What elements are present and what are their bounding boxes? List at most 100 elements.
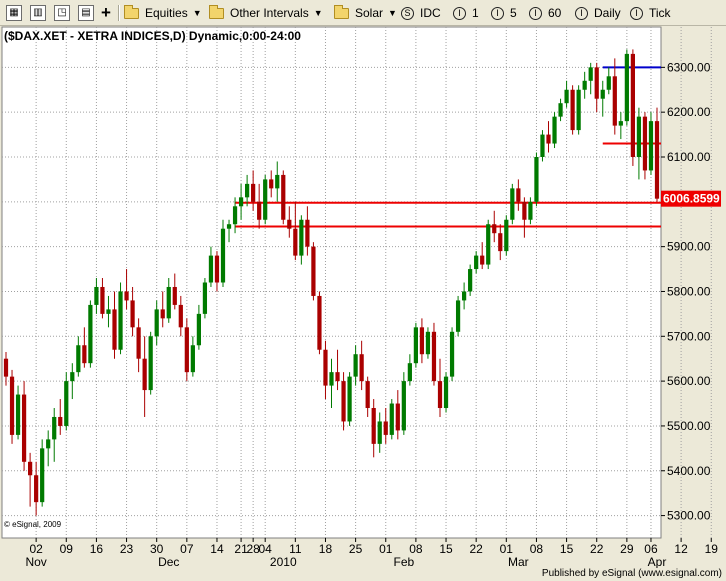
candle-body <box>437 381 443 409</box>
interval-60-label: 60 <box>548 6 562 20</box>
x-tick-label: 22 <box>469 542 483 556</box>
x-month-label: Feb <box>393 555 414 568</box>
add-icon[interactable]: + <box>101 3 111 23</box>
candle-body <box>455 300 461 332</box>
candle-body <box>618 121 623 126</box>
candle-body <box>323 349 328 386</box>
window-icon[interactable]: ◳ <box>54 3 70 23</box>
idc-label: IDC <box>420 6 441 20</box>
x-tick-label: 15 <box>560 542 574 556</box>
folder-icon <box>334 4 349 19</box>
y-tick-label: 6300.00 <box>667 60 711 74</box>
candle-body <box>178 304 183 328</box>
interval-icon: I <box>630 6 643 20</box>
candle-body <box>226 224 232 229</box>
chevron-down-icon: ▼ <box>192 8 202 18</box>
candle-body <box>534 156 539 202</box>
x-month-label: 2010 <box>270 555 297 568</box>
folder-icon <box>209 4 224 19</box>
candle-body <box>58 416 63 426</box>
x-month-label: Mar <box>508 555 529 568</box>
x-tick-label: 08 <box>409 542 423 556</box>
idc-button[interactable]: S IDC <box>401 3 441 23</box>
candle-body <box>82 345 87 364</box>
x-tick-label: 15 <box>439 542 453 556</box>
candle-body <box>480 255 485 265</box>
y-tick-label: 5300.00 <box>667 509 711 523</box>
candle-body <box>46 439 51 449</box>
candle-body <box>522 201 527 220</box>
equities-dropdown[interactable]: Equities ▼ <box>124 3 202 23</box>
candle-body <box>624 53 629 122</box>
candle-body <box>425 331 431 355</box>
candle-body <box>636 116 642 157</box>
x-tick-label: 19 <box>705 542 719 556</box>
properties-icon[interactable]: ▤ <box>78 3 94 23</box>
candle-body <box>341 381 346 422</box>
bar-chart-icon[interactable]: ▥ <box>30 3 46 23</box>
x-tick-label: 02 <box>29 542 43 556</box>
x-tick-label: 30 <box>150 542 164 556</box>
chevron-down-icon: ▼ <box>388 8 397 18</box>
interval-icon: I <box>529 6 542 20</box>
candle-body <box>130 300 135 328</box>
x-tick-label: 29 <box>620 542 634 556</box>
chart-title: ($DAX.XET - XETRA INDICES,D) Dynamic,0:0… <box>4 29 301 43</box>
chart-icon[interactable]: ▦ <box>6 3 22 23</box>
candle-body <box>474 255 479 270</box>
interval-5-button[interactable]: I 5 <box>491 3 517 23</box>
candle-body <box>510 188 515 220</box>
candle-body <box>365 381 370 409</box>
candle-body <box>118 291 123 350</box>
interval-daily-button[interactable]: I Daily <box>575 3 621 23</box>
x-tick-label: 01 <box>379 542 393 556</box>
candle-body <box>431 331 437 382</box>
candle-body <box>263 179 268 220</box>
interval-1-label: 1 <box>472 6 479 20</box>
candle-body <box>564 89 569 104</box>
intervals-dropdown[interactable]: Other Intervals ▼ <box>209 3 323 23</box>
candle-body <box>220 228 226 283</box>
interval-60-button[interactable]: I 60 <box>529 3 561 23</box>
y-tick-label: 6100.00 <box>667 150 711 164</box>
candle-body <box>317 295 322 350</box>
candle-body <box>443 376 449 409</box>
symbol-s-icon: S <box>401 6 414 20</box>
candle-body <box>154 309 159 337</box>
y-tick-label: 5500.00 <box>667 419 711 433</box>
x-tick-label: 11 <box>289 542 302 556</box>
candle-body <box>70 372 75 382</box>
interval-icon: I <box>491 6 504 20</box>
published-by: Published by eSignal (www.esignal.com) <box>541 568 722 579</box>
candle-body <box>498 233 503 252</box>
candle-body <box>383 421 388 435</box>
candle-body <box>28 461 33 476</box>
interval-tick-button[interactable]: I Tick <box>630 3 671 23</box>
x-tick-label: 25 <box>349 542 363 556</box>
candle-body <box>208 255 214 283</box>
interval-icon: I <box>453 6 466 20</box>
toolbar: ▦ ▥ ◳ ▤ + Equities ▼ Other Intervals ▼ S… <box>0 0 726 26</box>
intervals-label: Other Intervals <box>230 6 309 20</box>
candle-body <box>582 80 587 90</box>
watermark: © eSignal, 2009 <box>4 520 62 529</box>
candle-body <box>401 381 406 431</box>
interval-icon: I <box>575 6 588 20</box>
candle-body <box>642 116 648 171</box>
candle-body <box>196 313 201 346</box>
candle-body <box>106 309 111 314</box>
last-price: 6006.8599 <box>663 192 720 206</box>
x-tick-label: 23 <box>120 542 134 556</box>
folder-icon <box>124 4 139 19</box>
solar-dropdown[interactable]: Solar ▼ <box>334 3 397 23</box>
price-chart[interactable]: 6300.006200.006100.006000.005900.005800.… <box>0 26 726 568</box>
candle-body <box>492 224 497 234</box>
toolbar-separator <box>118 5 120 21</box>
candle-body <box>21 394 27 462</box>
interval-1-button[interactable]: I 1 <box>453 3 479 23</box>
candle-body <box>293 228 298 256</box>
x-tick-label: 12 <box>674 542 688 556</box>
candle-body <box>540 134 545 157</box>
candle-body <box>395 403 400 431</box>
y-tick-label: 5600.00 <box>667 374 711 388</box>
